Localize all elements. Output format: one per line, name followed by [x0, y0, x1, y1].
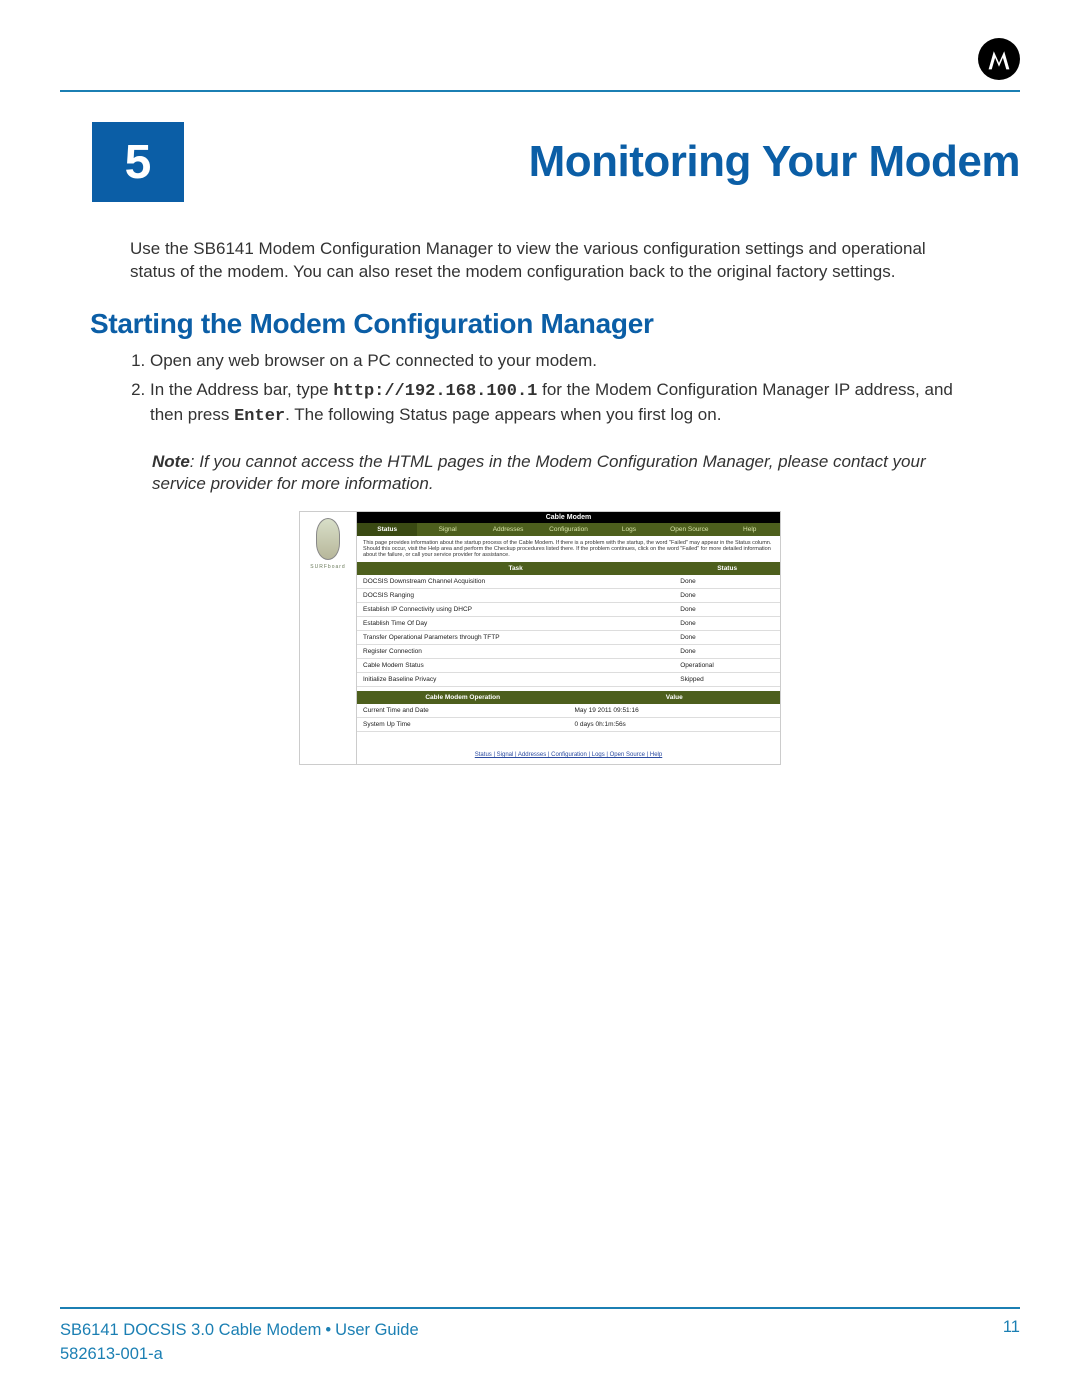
footer-doc-num: 582613-001-a — [60, 1345, 163, 1363]
cm-title: Cable Modem — [357, 512, 780, 523]
footer-doc-title: SB6141 DOCSIS 3.0 Cable Modem — [60, 1321, 321, 1339]
th-status: Status — [674, 562, 780, 575]
top-divider — [60, 90, 1020, 92]
tab-configuration: Configuration — [538, 523, 598, 536]
cm-tabs: Status Signal Addresses Configuration Lo… — [357, 523, 780, 536]
tab-status: Status — [357, 523, 417, 536]
chapter-header: 5 Monitoring Your Modem — [60, 122, 1020, 202]
th-task: Task — [357, 562, 674, 575]
bottom-divider — [60, 1307, 1020, 1309]
step-2: In the Address bar, type http://192.168.… — [150, 379, 970, 429]
note-text: Note: If you cannot access the HTML page… — [152, 451, 952, 495]
table-row: Register ConnectionDone — [357, 645, 780, 659]
footer-page-number: 11 — [1003, 1318, 1020, 1337]
cm-bottom-links: Status | Signal | Addresses | Configurat… — [357, 746, 780, 764]
table-row: DOCSIS Downstream Channel AcquisitionDon… — [357, 575, 780, 589]
table-row: Establish Time Of DayDone — [357, 617, 780, 631]
surfboard-icon — [316, 518, 340, 560]
th-value: Value — [569, 691, 781, 704]
cm-info-text: This page provides information about the… — [357, 536, 780, 562]
surfboard-label: SURFboard — [300, 564, 356, 570]
intro-text: Use the SB6141 Modem Configuration Manag… — [130, 238, 960, 284]
table-row: Current Time and DateMay 19 2011 09:51:1… — [357, 704, 780, 718]
chapter-title: Monitoring Your Modem — [212, 137, 1020, 187]
tab-open-source: Open Source — [659, 523, 719, 536]
footer: SB6141 DOCSIS 3.0 Cable Modem•User Guide… — [60, 1318, 1020, 1368]
th-operation: Cable Modem Operation — [357, 691, 569, 704]
table-row: Transfer Operational Parameters through … — [357, 631, 780, 645]
table-row: Establish IP Connectivity using DHCPDone — [357, 603, 780, 617]
op-table: Cable Modem OperationValue Current Time … — [357, 691, 780, 746]
tab-signal: Signal — [417, 523, 477, 536]
tab-addresses: Addresses — [478, 523, 538, 536]
steps-list: Open any web browser on a PC connected t… — [150, 350, 970, 429]
motorola-logo-icon — [978, 38, 1020, 80]
note-label: Note — [152, 452, 190, 471]
table-row: Cable Modem StatusOperational — [357, 659, 780, 673]
chapter-number: 5 — [92, 122, 184, 202]
tab-help: Help — [720, 523, 780, 536]
tab-logs: Logs — [599, 523, 659, 536]
table-row: System Up Time0 days 0h:1m:56s — [357, 718, 780, 732]
modem-status-screenshot: SURFboard Cable Modem Status Signal Addr… — [299, 511, 781, 765]
enter-key: Enter — [234, 407, 285, 426]
config-url: http://192.168.100.1 — [333, 382, 537, 401]
section-heading: Starting the Modem Configuration Manager — [90, 308, 1020, 340]
footer-section: User Guide — [335, 1321, 418, 1339]
table-row: DOCSIS RangingDone — [357, 589, 780, 603]
table-row: Initialize Baseline PrivacySkipped — [357, 673, 780, 687]
task-table: TaskStatus DOCSIS Downstream Channel Acq… — [357, 562, 780, 687]
step-1: Open any web browser on a PC connected t… — [150, 350, 970, 373]
